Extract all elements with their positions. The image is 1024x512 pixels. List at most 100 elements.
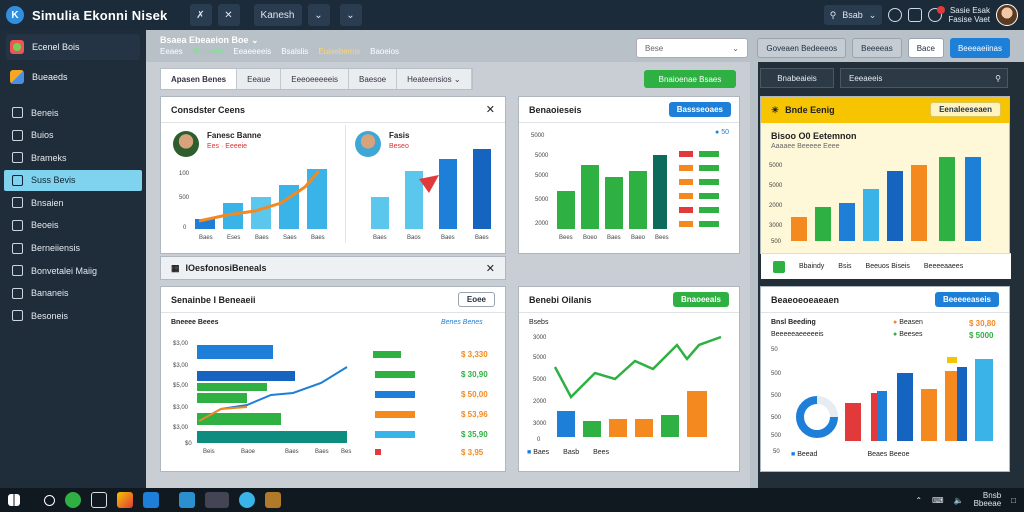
x-tick: Baoe xyxy=(241,449,256,455)
footer-item[interactable]: Bbaindy xyxy=(799,263,824,270)
x-tick: Baes xyxy=(285,449,299,455)
filter-link-5[interactable]: Euiaebemis xyxy=(318,47,360,56)
sidebar-item-5[interactable]: Bnsaien xyxy=(4,192,142,213)
header-button-3[interactable]: Bace xyxy=(907,38,944,58)
app-icon-tasks[interactable] xyxy=(91,492,107,508)
user-info[interactable]: Sasie Esak Fasise Vaet xyxy=(948,6,990,24)
bar xyxy=(653,155,667,229)
tab-action-button[interactable]: Bnaioenae Bsaes xyxy=(644,70,736,88)
x-tick: Baes xyxy=(475,235,489,241)
right-search[interactable]: Eeeaeeis ⚲ xyxy=(840,68,1008,88)
tab-5[interactable]: Heateensios ⌄ xyxy=(397,69,472,89)
tab-2[interactable]: Eeaue xyxy=(237,69,282,89)
toolbar-chevron-1[interactable]: ⌄ xyxy=(307,4,330,26)
legend-item: ■ Baes xyxy=(527,449,550,456)
sidebar-item-10[interactable]: Besoneis xyxy=(4,305,142,326)
y-tick: $3,00 xyxy=(173,425,189,431)
clock-icon[interactable] xyxy=(888,8,903,22)
start-icon[interactable] xyxy=(8,494,20,506)
volume-icon[interactable]: 🔈 xyxy=(954,496,964,505)
y-tick: 500 xyxy=(771,239,782,245)
top-search[interactable]: ⚲ Bsab ⌄ xyxy=(823,5,883,25)
filter-link-3[interactable]: Eeaeeeeis xyxy=(233,47,271,56)
filter-link-1[interactable]: Eeaes xyxy=(160,47,183,56)
sidebar-item-dashboards[interactable]: Bueaeds xyxy=(6,64,140,90)
shield-icon[interactable] xyxy=(908,8,923,22)
header-button-primary[interactable]: Beeeaeiinas xyxy=(949,38,1010,58)
x-tick: Baes xyxy=(255,235,269,241)
toolbar-button-1[interactable]: ✗ xyxy=(189,4,212,26)
bar xyxy=(609,419,627,437)
sidebar-item-1[interactable]: Beneis xyxy=(4,102,142,123)
notification-icon[interactable]: □ xyxy=(1011,496,1016,505)
y-tick: 50 xyxy=(773,449,780,455)
tab-1[interactable]: Apasen Benes xyxy=(161,69,238,89)
toolbar-dropdown[interactable]: Kanesh xyxy=(253,4,302,26)
sidebar-item-7[interactable]: Berneiiensis xyxy=(4,238,142,259)
tab-3[interactable]: Eeeoeeeeeis xyxy=(281,69,349,89)
keyboard-icon[interactable]: ⌨ xyxy=(932,496,944,505)
y-tick: $5,00 xyxy=(173,383,189,389)
page-icon xyxy=(12,242,23,254)
legend-swatch xyxy=(375,431,415,438)
footer-item[interactable]: Beeuos Biseis xyxy=(866,263,910,270)
trend-card: Benebi Oilanis Bnaoeeals Bsebs 3000 5000… xyxy=(518,286,740,472)
filter-select-value: Bese xyxy=(645,43,664,53)
sidebar-item-3[interactable]: Brameks xyxy=(4,147,142,168)
sidebar-item-9[interactable]: Bananeis xyxy=(4,283,142,304)
sidebar-item-6[interactable]: Beoeis xyxy=(4,215,142,236)
app-icon-dashboard[interactable] xyxy=(179,492,195,508)
app-icon-photos[interactable] xyxy=(117,492,133,508)
toolbar-chevron-2[interactable]: ⌄ xyxy=(339,4,362,26)
sidebar-item-label: Bananeis xyxy=(31,288,69,299)
header-button-1[interactable]: Goveaen Bedeeeos xyxy=(757,38,847,58)
sidebar-item-4[interactable]: Suss Bevis xyxy=(4,169,142,191)
notification-dot xyxy=(937,6,946,14)
app-icon-window[interactable] xyxy=(205,492,229,508)
bar xyxy=(877,391,887,441)
tab-4[interactable]: Baesoe xyxy=(349,69,398,89)
right-tab-1[interactable]: Bnabeaieis xyxy=(760,68,834,88)
grid-icon xyxy=(773,260,785,273)
footer-item[interactable]: Beeeeaaees xyxy=(924,263,963,270)
bell-icon[interactable] xyxy=(928,6,946,22)
app-icon-browser[interactable] xyxy=(239,492,255,508)
legend-swatch xyxy=(699,151,719,157)
clock[interactable]: Bnsb Bbeeae xyxy=(974,492,1002,508)
close-icon[interactable]: ✕ xyxy=(486,262,495,275)
filter-link-6[interactable]: Baoeios xyxy=(370,47,399,56)
search-icon[interactable] xyxy=(44,494,55,506)
y-tick: 3000 xyxy=(533,421,547,427)
legend-swatch xyxy=(375,449,381,455)
app-icon-chat[interactable] xyxy=(65,492,81,508)
y-tick: $0 xyxy=(185,441,192,447)
sidebar-item-2[interactable]: Buios xyxy=(4,125,142,146)
app-icon-files[interactable] xyxy=(265,492,281,508)
value-label: $ 3,95 xyxy=(461,448,484,457)
sidebar-item-8[interactable]: Bonvetalei Maiig xyxy=(4,260,142,281)
consumer-card: Consdster Ceens ✕ Fanesc Banne Ees · Eee… xyxy=(160,96,506,254)
toolbar-button-2[interactable]: ✕ xyxy=(217,4,240,26)
overview-card: Benaoieseis Bassseoaes ● 50 5000 5000 50… xyxy=(518,96,740,254)
y-tick: 0 xyxy=(537,437,541,443)
x-tick: Baes xyxy=(607,235,621,241)
bar xyxy=(945,371,959,441)
header-button-2[interactable]: Beeeeas xyxy=(852,38,902,58)
app-icon-store[interactable] xyxy=(143,492,159,508)
h-bar xyxy=(197,431,347,443)
filter-link-4[interactable]: Bsalslis xyxy=(281,47,308,56)
bar xyxy=(839,203,855,241)
bar-cap xyxy=(947,357,957,363)
filter-select[interactable]: Bese ⌄ xyxy=(636,38,748,58)
user-avatar[interactable] xyxy=(996,4,1018,26)
sidebar-user[interactable]: Ecenel Bois xyxy=(6,34,140,60)
chevron-up-icon[interactable]: ⌃ xyxy=(915,496,922,505)
value-label: $ 53,96 xyxy=(461,410,488,419)
footer-item[interactable]: Bsis xyxy=(838,263,851,270)
legend-swatch xyxy=(375,411,415,418)
filter-link-2[interactable]: Baloeeis xyxy=(193,47,224,56)
x-tick: Baos xyxy=(407,235,421,241)
legend-swatch xyxy=(699,207,719,213)
sidebar-item-label: Bonvetalei Maiig xyxy=(31,265,98,276)
bar xyxy=(439,159,457,229)
